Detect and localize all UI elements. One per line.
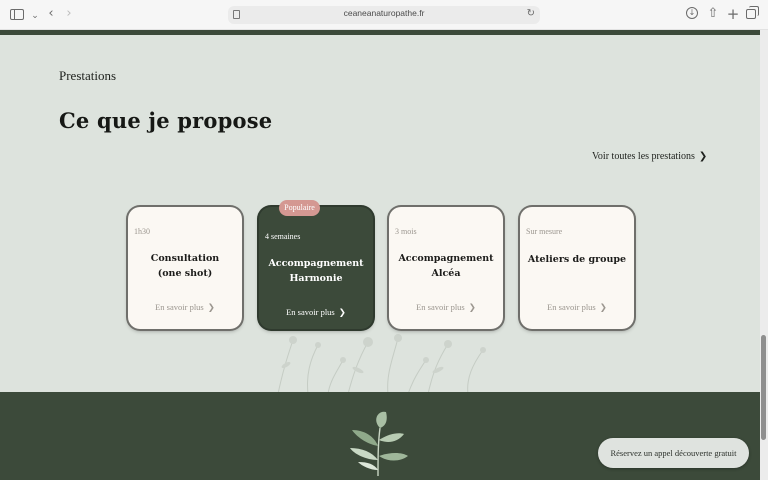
new-tab-icon[interactable]: + [726, 7, 740, 22]
chevron-down-icon[interactable]: ⌄ [28, 9, 42, 23]
card-more-link[interactable]: En savoir plus ❯ [520, 302, 634, 313]
reload-icon[interactable]: ↻ [527, 8, 535, 19]
page-scrollbar[interactable] [760, 30, 768, 480]
chevron-right-icon: ❯ [338, 308, 346, 318]
chevron-right-icon: ❯ [698, 151, 708, 162]
header-strip [0, 30, 760, 35]
see-all-link[interactable]: Voir toutes les prestations ❯ [592, 151, 707, 162]
browser-toolbar: ⌄ ‹ › ceaneanaturopathe.fr ↻ ↓ ⇧ + [0, 0, 768, 30]
card-more-link[interactable]: En savoir plus ❯ [128, 302, 242, 313]
chevron-right-icon: ❯ [468, 303, 476, 313]
card-more-link[interactable]: En savoir plus ❯ [389, 302, 503, 313]
scrollbar-thumb[interactable] [761, 335, 766, 440]
service-card-alcea[interactable]: 3 mois Accompagnement Alcéa En savoir pl… [389, 207, 503, 329]
url-text: ceaneanaturopathe.fr [343, 8, 425, 18]
card-title: Accompagnement Alcéa [398, 253, 494, 279]
card-duration: Sur mesure [526, 227, 563, 236]
card-more-label: En savoir plus [286, 307, 335, 317]
sidebar-icon[interactable] [10, 9, 24, 20]
flowers-illustration [277, 334, 486, 394]
book-call-button[interactable]: Réservez un appel découverte gratuit [598, 438, 749, 468]
back-icon[interactable]: ‹ [44, 7, 58, 21]
service-card-consultation[interactable]: 1h30 Consultation (one shot) En savoir p… [128, 207, 242, 329]
card-title: Accompagnement Harmonie [268, 258, 364, 284]
card-more-label: En savoir plus [416, 302, 465, 312]
card-title: Ateliers de groupe [527, 254, 627, 265]
section-title: Ce que je propose [59, 108, 273, 133]
card-title: Consultation (one shot) [150, 253, 220, 279]
chevron-right-icon: ❯ [207, 303, 215, 313]
see-all-label: Voir toutes les prestations [592, 151, 695, 162]
service-card-harmonie[interactable]: Populaire 4 semaines Accompagnement Harm… [259, 200, 373, 329]
chevron-right-icon: ❯ [599, 303, 607, 313]
download-icon[interactable]: ↓ [686, 7, 698, 19]
share-icon[interactable]: ⇧ [706, 7, 720, 21]
address-bar[interactable]: ceaneanaturopathe.fr ↻ [228, 6, 540, 24]
card-more-link[interactable]: En savoir plus ❯ [259, 307, 373, 318]
forward-icon[interactable]: › [62, 7, 76, 21]
tabs-overview-icon[interactable] [746, 6, 759, 19]
card-duration: 1h30 [134, 227, 150, 236]
popular-badge: Populaire [279, 200, 320, 216]
leaf-logo-icon [350, 411, 408, 477]
card-duration: 4 semaines [265, 232, 301, 241]
service-card-ateliers[interactable]: Sur mesure Ateliers de groupe En savoir … [520, 207, 634, 329]
card-more-label: En savoir plus [547, 302, 596, 312]
section-eyebrow: Prestations [59, 68, 117, 83]
card-more-label: En savoir plus [155, 302, 204, 312]
card-duration: 3 mois [395, 227, 417, 236]
